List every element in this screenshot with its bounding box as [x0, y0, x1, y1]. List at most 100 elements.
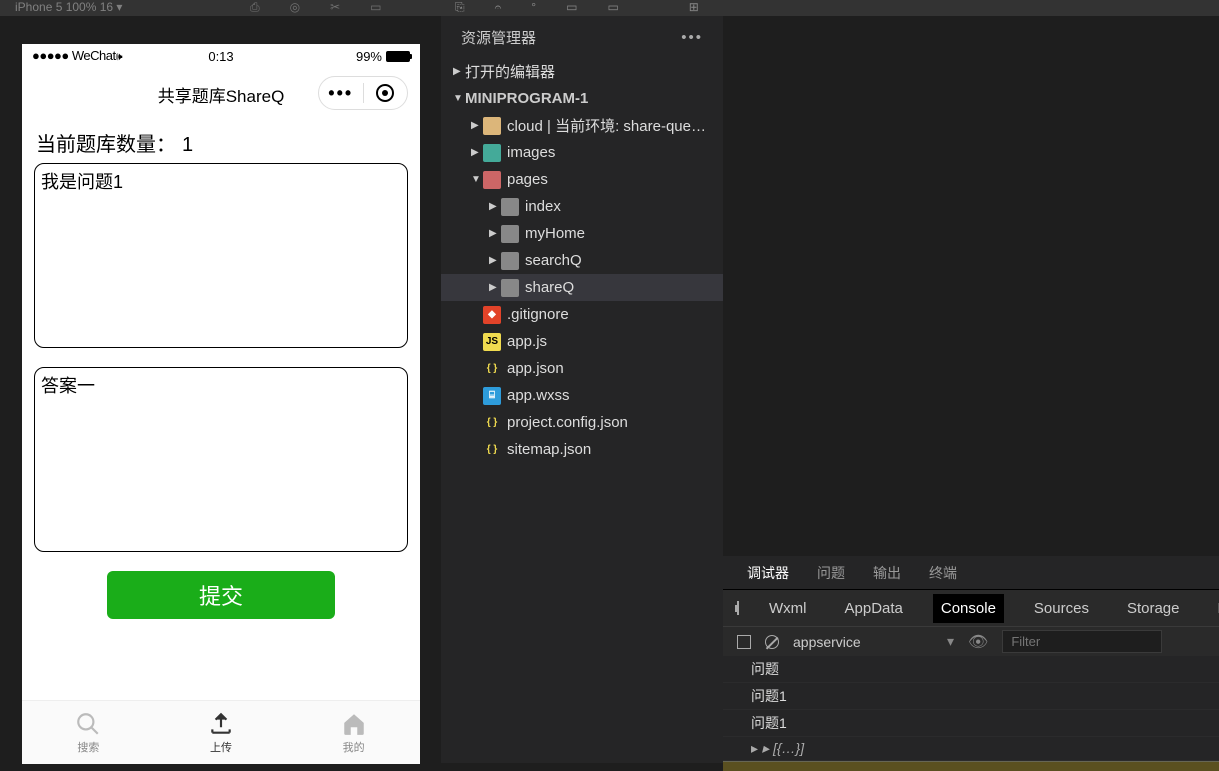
status-bar: ●●●●● WeChat🕪 0:13 99% [22, 44, 420, 68]
log-row[interactable]: 问题 [723, 656, 1219, 683]
file-name: index [525, 198, 561, 215]
folder-row[interactable]: searchQ [441, 247, 723, 274]
tab-upload[interactable]: 上传 [155, 701, 288, 764]
json-icon: { } [483, 414, 501, 432]
json-icon: { } [483, 441, 501, 459]
file-name: pages [507, 171, 548, 188]
folder-row[interactable]: shareQ [441, 274, 723, 301]
tab-appdata[interactable]: AppData [837, 594, 911, 623]
capsule-button[interactable]: ••• [318, 76, 408, 110]
file-row[interactable]: { } sitemap.json [441, 436, 723, 463]
answer-input[interactable] [34, 367, 408, 552]
folder-row[interactable]: myHome [441, 220, 723, 247]
tab-mine[interactable]: 我的 [287, 701, 420, 764]
nav-bar: 共享题库ShareQ ••• [22, 68, 420, 120]
close-icon[interactable] [364, 84, 408, 102]
live-icon[interactable]: 👁 [968, 632, 988, 652]
folder-icon [501, 252, 519, 270]
log-row[interactable]: 问题1 [723, 710, 1219, 737]
clear-console-icon[interactable] [765, 635, 779, 649]
tab-terminal[interactable]: 终端 [929, 563, 957, 583]
tab-console[interactable]: Console [933, 594, 1004, 623]
folder-icon [483, 117, 501, 135]
folder-icon [501, 225, 519, 243]
context-selector[interactable]: appservice [793, 634, 933, 650]
tab-storage[interactable]: Storage [1119, 594, 1188, 623]
tab-label: 上传 [210, 739, 232, 755]
debugger-primary-tabs: 调试器 问题 输出 终端 [723, 556, 1219, 590]
simulator-toolbar-icons: ⎙ ◎ ✂ ▭ [250, 0, 382, 15]
explorer-panel: 资源管理器 ••• 打开的编辑器 MINIPROGRAM-1 cloud | 当… [441, 16, 723, 763]
file-name: project.config.json [507, 414, 628, 431]
console-log: 问题 问题1 问题1 ▸▸ [{…}] [723, 656, 1219, 761]
editor-area [723, 16, 1219, 556]
tab-sources[interactable]: Sources [1026, 594, 1097, 623]
folder-row[interactable]: pages [441, 166, 723, 193]
file-name: searchQ [525, 252, 582, 269]
explorer-header: 资源管理器 ••• [441, 16, 723, 58]
toolbar-icon[interactable]: ⎘ [455, 0, 465, 15]
toolbar-icon[interactable]: ✂ [330, 0, 340, 15]
file-name: images [507, 144, 555, 161]
file-row[interactable]: { }app.json [441, 355, 723, 382]
phone-simulator: ●●●●● WeChat🕪 0:13 99% 共享题库ShareQ ••• 当前… [22, 44, 420, 764]
open-editors-section[interactable]: 打开的编辑器 [441, 58, 723, 85]
tabbar: 搜索 上传 我的 [22, 700, 420, 764]
toolbar-icon[interactable]: ° [531, 0, 536, 15]
folder-row[interactable]: index [441, 193, 723, 220]
file-name: sitemap.json [507, 441, 591, 458]
toggle-side-icon[interactable] [737, 635, 751, 649]
file-name: app.wxss [507, 387, 570, 404]
count-line: 当前题库数量：1 [34, 128, 408, 157]
toolbar-icon[interactable]: ⎙ [250, 0, 260, 15]
dropdown-icon[interactable]: ▾ [947, 633, 954, 650]
debugger-panel: 调试器 问题 输出 终端 Wxml AppData Console Source… [723, 556, 1219, 763]
project-root[interactable]: MINIPROGRAM-1 [441, 85, 723, 112]
toolbar-icon[interactable]: ▭ [607, 0, 618, 15]
file-row[interactable]: ◆ .gitignore [441, 301, 723, 328]
tab-problems[interactable]: 问题 [817, 563, 845, 583]
file-row[interactable]: { } project.config.json [441, 409, 723, 436]
toolbar-icon[interactable]: ▭ [370, 0, 381, 15]
tab-network[interactable]: Netw [1210, 594, 1219, 623]
editor-toolbar-icons: ⎘ 𝄐 ° ▭ ▭ ⊞ [455, 0, 699, 15]
toolbar-icon[interactable]: ◎ [290, 0, 300, 15]
log-row[interactable]: 问题1 [723, 683, 1219, 710]
battery-label: 99% [356, 49, 410, 64]
folder-row[interactable]: cloud | 当前环境: share-que… [441, 112, 723, 139]
file-name: cloud | 当前环境: share-que… [507, 115, 706, 136]
device-selector[interactable]: iPhone 5 100% 16 ▾ [0, 0, 122, 14]
folder-row[interactable]: images [441, 139, 723, 166]
tab-label: 我的 [343, 739, 365, 755]
more-icon[interactable]: ••• [681, 29, 703, 46]
filter-input[interactable] [1002, 630, 1162, 653]
menu-icon[interactable]: ••• [319, 83, 363, 104]
carrier-label: ●●●●● WeChat🕪 [32, 48, 122, 64]
git-icon: ◆ [483, 306, 501, 324]
submit-button[interactable]: 提交 [107, 571, 335, 619]
js-icon: JS [483, 333, 501, 351]
tab-wxml[interactable]: Wxml [761, 594, 815, 623]
toolbar-icon[interactable]: ▭ [566, 0, 577, 15]
inspect-icon[interactable] [737, 601, 739, 615]
page-title: 共享题库ShareQ [158, 82, 285, 107]
tab-search[interactable]: 搜索 [22, 701, 155, 764]
folder-icon [483, 171, 501, 189]
json-icon: { } [483, 360, 501, 378]
log-row-object[interactable]: ▸▸ [{…}] [723, 737, 1219, 761]
battery-icon [386, 51, 410, 62]
devtools-tabs: Wxml AppData Console Sources Storage Net… [723, 590, 1219, 626]
file-name: .gitignore [507, 306, 569, 323]
folder-icon [483, 144, 501, 162]
tab-debugger[interactable]: 调试器 [747, 563, 789, 583]
question-input[interactable] [34, 163, 408, 348]
toolbar-icon[interactable]: ⊞ [689, 0, 699, 15]
file-row[interactable]: JS app.js [441, 328, 723, 355]
explorer-title: 资源管理器 [461, 27, 536, 48]
file-row[interactable]: ⌸app.wxss [441, 382, 723, 409]
clock-label: 0:13 [208, 49, 233, 64]
toolbar-icon[interactable]: 𝄐 [495, 0, 502, 15]
file-name: app.js [507, 333, 547, 350]
folder-icon [501, 198, 519, 216]
tab-output[interactable]: 输出 [873, 563, 901, 583]
